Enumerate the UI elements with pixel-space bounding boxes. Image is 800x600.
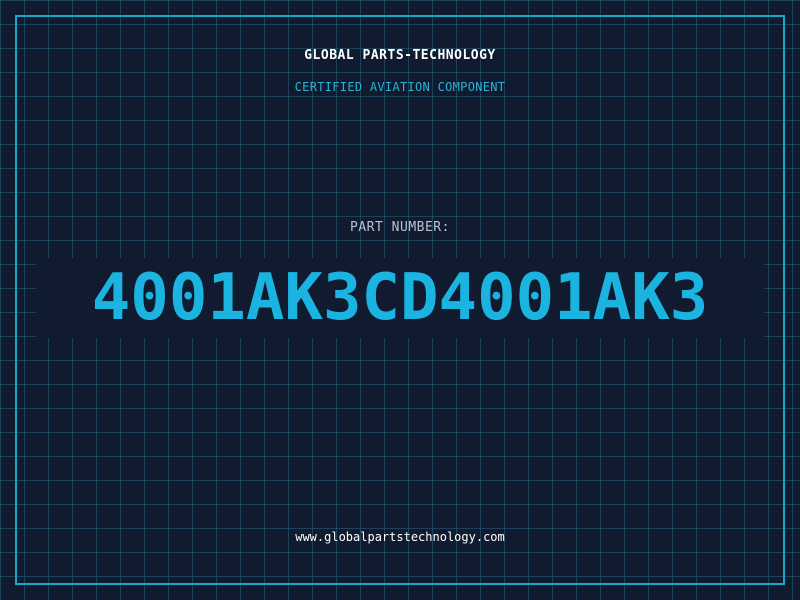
- part-number-label: PART NUMBER:: [350, 220, 450, 235]
- website-url: www.globalpartstechnology.com: [295, 530, 505, 544]
- certification-subtitle: CERTIFIED AVIATION COMPONENT: [294, 80, 506, 94]
- certificate-panel: GLOBAL PARTS-TECHNOLOGY CERTIFIED AVIATI…: [0, 0, 800, 600]
- part-number-value: 4001AK3CD4001AK3: [91, 261, 709, 335]
- company-name: GLOBAL PARTS-TECHNOLOGY: [304, 48, 496, 63]
